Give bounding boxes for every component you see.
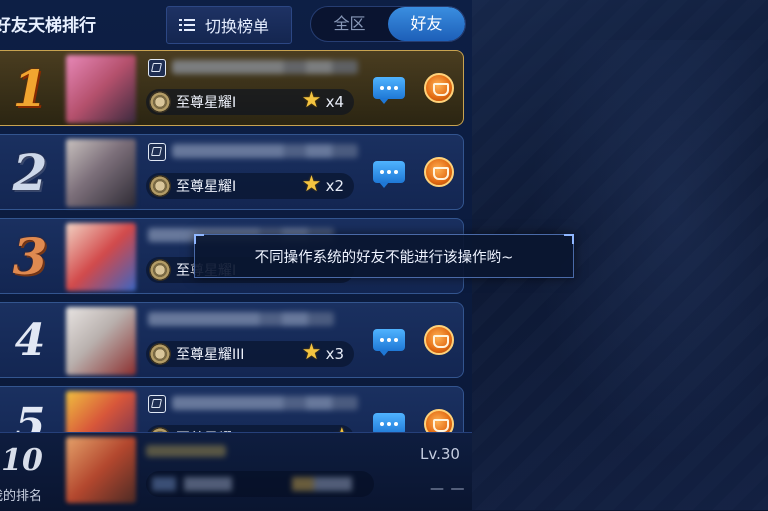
my-rank-change: — —	[430, 481, 466, 497]
tier-emblem-icon	[149, 259, 171, 281]
star-icon	[302, 340, 324, 365]
list-icon	[179, 18, 195, 32]
player-name-redacted	[172, 396, 358, 410]
tier-badge: 至尊星耀III x3	[146, 340, 354, 367]
star-count: x2	[325, 177, 344, 195]
rank-number: 4	[14, 315, 46, 366]
chat-button[interactable]	[373, 77, 405, 104]
scope-tabs: 全区 好友	[310, 6, 466, 42]
tier-name: 至尊星耀I	[176, 179, 237, 195]
star-count: x3	[325, 345, 344, 363]
chat-button[interactable]	[373, 161, 405, 188]
tier-name: 至尊星耀III	[176, 347, 245, 363]
page-title: 好友天梯排行	[0, 16, 96, 36]
rank-number: 1	[12, 59, 48, 118]
avatar[interactable]	[66, 139, 136, 207]
my-tier-redacted	[152, 477, 352, 491]
star-count: x4	[325, 93, 344, 111]
star-icon	[302, 88, 324, 113]
avatar[interactable]	[66, 307, 136, 375]
cross-platform-icon	[148, 59, 166, 77]
toast-text: 不同操作系统的好友不能进行该操作哟~	[254, 249, 514, 266]
rank-number: 3	[12, 227, 48, 286]
player-name-redacted	[172, 60, 358, 74]
tab-friends[interactable]: 好友	[388, 7, 465, 41]
tier-badge: 至尊星耀I x2	[146, 172, 354, 199]
tier-emblem-icon	[149, 91, 171, 113]
tier-emblem-icon	[149, 343, 171, 365]
my-rank-number: 10	[1, 443, 43, 478]
switch-list-label: 切换榜单	[205, 17, 270, 36]
gift-button[interactable]	[424, 157, 454, 187]
my-avatar	[66, 437, 136, 503]
toast-message: 不同操作系统的好友不能进行该操作哟~	[194, 234, 574, 278]
player-name-redacted	[148, 312, 334, 326]
chat-button[interactable]	[373, 329, 405, 356]
cross-platform-icon	[148, 143, 166, 161]
rank-number: 2	[12, 143, 48, 202]
my-level: Lv.30	[420, 445, 460, 463]
player-name-redacted	[172, 144, 358, 158]
gift-button[interactable]	[424, 73, 454, 103]
tier-emblem-icon	[149, 175, 171, 197]
ranking-row: 1 至尊星耀I x4	[0, 50, 464, 126]
gift-button[interactable]	[424, 325, 454, 355]
cross-platform-icon	[148, 395, 166, 413]
ranking-row: 4 至尊星耀III x3	[0, 302, 464, 378]
switch-list-button[interactable]: 切换榜单	[166, 6, 292, 44]
my-tier-badge	[146, 471, 374, 497]
tier-badge: 至尊星耀I x4	[146, 88, 354, 115]
avatar[interactable]	[66, 55, 136, 123]
my-name-redacted	[146, 445, 226, 457]
my-rank-bar: 10 我的排名 Lv.30 — —	[0, 432, 472, 511]
ranking-row: 2 至尊星耀I x2	[0, 134, 464, 210]
star-icon	[302, 172, 324, 197]
tier-name: 至尊星耀I	[176, 95, 237, 111]
my-rank-label: 我的排名	[0, 489, 43, 504]
avatar[interactable]	[66, 223, 136, 291]
tab-all-server[interactable]: 全区	[311, 7, 388, 41]
